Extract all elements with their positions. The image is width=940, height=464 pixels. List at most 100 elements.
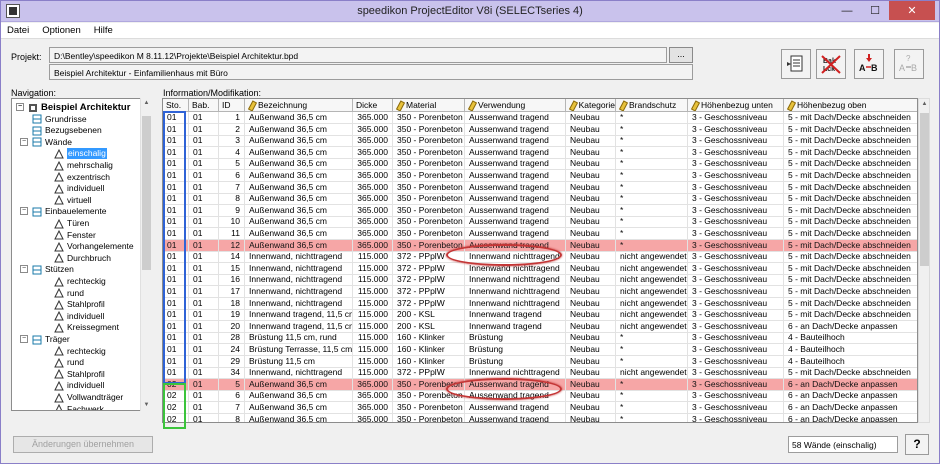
maximize-button[interactable]: ☐: [861, 1, 889, 20]
table-cell[interactable]: *: [616, 112, 688, 124]
table-cell[interactable]: nicht angewendet: [616, 297, 688, 310]
table-cell[interactable]: Neubau: [566, 170, 616, 182]
table-cell[interactable]: 9: [219, 204, 245, 217]
table-cell[interactable]: 350 - Porenbeton: [393, 390, 465, 403]
nav-item[interactable]: rund: [54, 357, 84, 368]
table-cell[interactable]: 28: [219, 332, 245, 345]
table-cell[interactable]: 3 - Geschossniveau: [688, 367, 784, 380]
table-cell[interactable]: 01: [189, 367, 219, 380]
table-cell[interactable]: 01: [163, 332, 189, 345]
table-cell[interactable]: Aussenwand tragend: [465, 378, 566, 391]
table-cell[interactable]: 5 - mit Dach/Decke abschneiden: [784, 112, 917, 124]
table-cell[interactable]: 5 - mit Dach/Decke abschneiden: [784, 309, 917, 322]
table-cell[interactable]: 115.000: [353, 274, 393, 287]
table-cell[interactable]: Außenwand 36,5 cm: [245, 204, 353, 217]
table-cell[interactable]: 02: [163, 378, 189, 391]
table-cell[interactable]: 365.000: [353, 158, 393, 171]
table-cell[interactable]: 01: [189, 344, 219, 356]
table-row[interactable]: 01 01 6 Außenwand 36,5 cm 365.000 350 - Poren…: [163, 170, 917, 182]
table-row[interactable]: 01 01 9 Außenwand 36,5 cm 365.000 350 - Poren…: [163, 204, 917, 217]
table-cell[interactable]: 365.000: [353, 193, 393, 206]
nav-item[interactable]: Fachwerk: [54, 404, 104, 410]
column-header[interactable]: Sto.: [163, 99, 189, 112]
table-cell[interactable]: Innenwand tragend: [465, 320, 566, 333]
table-cell[interactable]: 01: [163, 193, 189, 206]
table-cell[interactable]: 372 - PPplW: [393, 251, 465, 264]
table-cell[interactable]: Neubau: [566, 274, 616, 287]
table-cell[interactable]: Außenwand 36,5 cm: [245, 135, 353, 148]
nav-item[interactable]: Durchbruch: [54, 253, 111, 264]
table-cell[interactable]: Aussenwand tragend: [465, 123, 566, 136]
table-cell[interactable]: 01: [189, 251, 219, 264]
table-cell[interactable]: 115.000: [353, 367, 393, 380]
table-cell[interactable]: 01: [163, 112, 189, 124]
table-cell[interactable]: 6 - an Dach/Decke anpassen: [784, 414, 917, 422]
table-cell[interactable]: Neubau: [566, 402, 616, 414]
table-cell[interactable]: Aussenwand tragend: [465, 216, 566, 229]
nav-item[interactable]: Kreissegment: [54, 322, 119, 333]
table-cell[interactable]: 5 - mit Dach/Decke abschneiden: [784, 193, 917, 206]
table-cell[interactable]: Aussenwand tragend: [465, 402, 566, 414]
table-cell[interactable]: 3 - Geschossniveau: [688, 378, 784, 391]
table-cell[interactable]: 01: [189, 402, 219, 414]
table-cell[interactable]: 6 - an Dach/Decke anpassen: [784, 321, 917, 333]
table-cell[interactable]: 18: [219, 297, 245, 310]
table-cell[interactable]: 365.000: [353, 123, 393, 136]
table-row[interactable]: 01 01 10 Außenwand 36,5 cm 365.000 350 - Pore…: [163, 216, 917, 229]
table-cell[interactable]: 115.000: [353, 355, 393, 368]
table-cell[interactable]: 01: [189, 378, 219, 391]
table-cell[interactable]: 3 - Geschossniveau: [688, 286, 784, 298]
table-row[interactable]: 01 01 1 Außenwand 36,5 cm 365.000 350 - Poren…: [163, 112, 917, 124]
table-cell[interactable]: 3 - Geschossniveau: [688, 228, 784, 240]
table-cell[interactable]: Innenwand nichttragend: [465, 297, 566, 310]
collapse-icon[interactable]: −: [20, 137, 28, 146]
table-cell[interactable]: 01: [189, 286, 219, 298]
table-cell[interactable]: Innenwand, nichttragend: [245, 262, 353, 275]
table-cell[interactable]: 01: [163, 228, 189, 240]
table-row[interactable]: 01 01 19 Innenwand tragend, 11,5 cm 115.000 2…: [163, 309, 917, 322]
table-cell[interactable]: 200 - KSL: [393, 309, 465, 322]
nav-item[interactable]: Türen: [54, 218, 89, 229]
table-cell[interactable]: 02: [163, 402, 189, 414]
table-cell[interactable]: Innenwand tragend, 11,5 cm: [245, 309, 353, 322]
nav-item[interactable]: rechteckig: [54, 276, 106, 287]
transfer-a-b-button[interactable]: AB: [854, 49, 884, 79]
table-cell[interactable]: 6: [219, 170, 245, 182]
table-cell[interactable]: 372 - PPplW: [393, 367, 465, 380]
table-row[interactable]: 01 01 15 Innenwand, nichttragend 115.000 372 …: [163, 262, 917, 275]
table-cell[interactable]: 350 - Porenbeton: [393, 158, 465, 171]
table-cell[interactable]: Neubau: [566, 135, 616, 148]
backup-button[interactable]: Bak Lck: [816, 49, 846, 79]
table-cell[interactable]: 01: [189, 193, 219, 206]
table-cell[interactable]: 4 - Bauteilhoch: [784, 356, 917, 368]
table-cell[interactable]: 350 - Porenbeton: [393, 123, 465, 136]
table-cell[interactable]: Neubau: [566, 297, 616, 310]
table-row[interactable]: 01 01 4 Außenwand 36,5 cm 365.000 350 - Poren…: [163, 146, 917, 159]
nav-item[interactable]: − Stützen: [20, 264, 74, 275]
table-cell[interactable]: Neubau: [566, 123, 616, 136]
table-cell[interactable]: *: [616, 146, 688, 159]
table-row[interactable]: 01 01 2 Außenwand 36,5 cm 365.000 350 - Poren…: [163, 123, 917, 136]
table-cell[interactable]: Neubau: [566, 251, 616, 264]
table-cell[interactable]: 5 - mit Dach/Decke abschneiden: [784, 147, 917, 159]
table-cell[interactable]: *: [616, 344, 688, 356]
table-cell[interactable]: Aussenwand tragend: [465, 228, 566, 240]
table-cell[interactable]: 10: [219, 216, 245, 229]
table-cell[interactable]: Aussenwand tragend: [465, 146, 566, 159]
table-cell[interactable]: 3 - Geschossniveau: [688, 390, 784, 403]
table-cell[interactable]: 01: [163, 367, 189, 380]
table-cell[interactable]: 01: [189, 170, 219, 182]
table-cell[interactable]: 365.000: [353, 216, 393, 229]
table-cell[interactable]: 4 - Bauteilhoch: [784, 344, 917, 356]
table-cell[interactable]: Aussenwand tragend: [465, 158, 566, 171]
table-cell[interactable]: *: [616, 413, 688, 422]
nav-item[interactable]: Fenster: [54, 230, 96, 241]
help-button[interactable]: ?: [905, 434, 929, 455]
table-cell[interactable]: *: [616, 390, 688, 403]
minimize-button[interactable]: —: [833, 1, 861, 20]
table-cell[interactable]: 01: [163, 181, 189, 194]
table-cell[interactable]: 3 - Geschossniveau: [688, 251, 784, 264]
table-cell[interactable]: 5 - mit Dach/Decke abschneiden: [784, 298, 917, 310]
table-cell[interactable]: 350 - Porenbeton: [393, 228, 465, 240]
table-cell[interactable]: 01: [189, 216, 219, 229]
